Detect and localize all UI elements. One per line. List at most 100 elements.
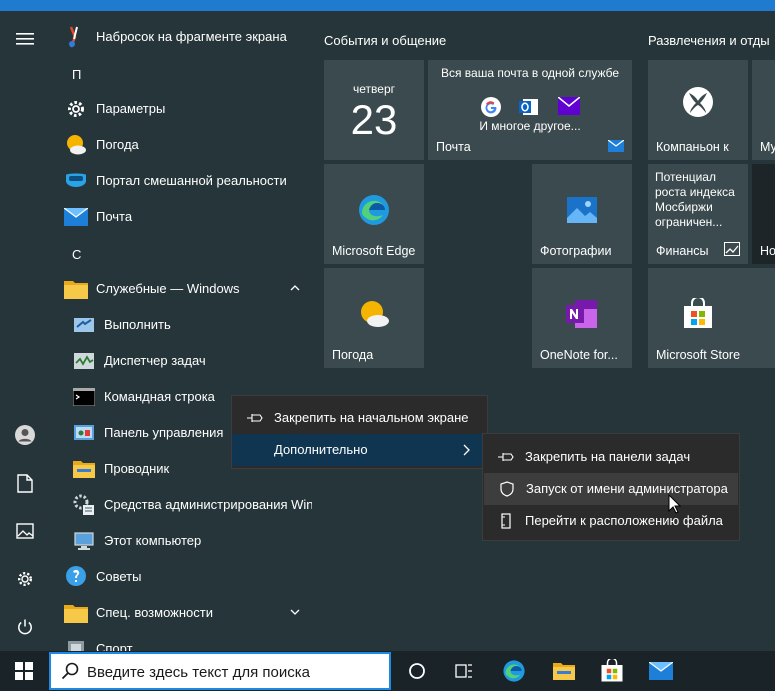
tile-partial-music[interactable]: Му [752, 60, 775, 160]
app-item-windows-tools-folder[interactable]: Служебные — Windows [50, 271, 312, 307]
windows-logo-icon [15, 662, 33, 680]
tile-xbox-companion[interactable]: Компаньон к [648, 60, 748, 160]
taskbar-file-explorer[interactable] [540, 651, 588, 691]
folder-icon [64, 601, 88, 625]
cortana-button[interactable] [393, 651, 441, 691]
menu-item-more[interactable]: Дополнительно [232, 434, 487, 466]
app-item-task-manager[interactable]: Диспетчер задач [50, 343, 312, 379]
app-label: Служебные — Windows [96, 281, 240, 296]
outlook-icon [519, 99, 538, 115]
app-item-tips[interactable]: Советы [50, 559, 312, 595]
app-label: Панель управления [104, 425, 224, 440]
admin-tools-icon [72, 493, 96, 517]
group-title-entertainment[interactable]: Развлечения и отды [648, 33, 770, 48]
search-placeholder: Введите здесь текст для поиска [87, 664, 310, 681]
chevron-right-icon [463, 444, 470, 456]
mouse-cursor-icon [668, 494, 681, 514]
tile-partial-news[interactable]: Но [752, 164, 775, 264]
group-title-events[interactable]: События и общение [324, 33, 446, 48]
menu-item-label: Закрепить на начальном экране [274, 410, 469, 425]
tile-label: Фотографии [540, 244, 612, 258]
tile-photos[interactable]: Фотографии [532, 164, 632, 264]
tile-mail[interactable]: Вся ваша почта в одной службе И многое д… [428, 60, 632, 160]
taskbar-search-box[interactable]: Введите здесь текст для поиска [49, 652, 391, 690]
app-label: Параметры [96, 101, 166, 116]
task-view-button[interactable] [440, 651, 488, 691]
pictures-icon [16, 523, 34, 539]
chevron-down-icon[interactable] [288, 605, 302, 619]
snip-sketch-icon [64, 25, 88, 49]
menu-item-label: Закрепить на панели задач [525, 449, 691, 464]
app-item-mixed-reality-portal[interactable]: Портал смешанной реальности [50, 163, 312, 199]
chevron-up-icon[interactable] [288, 281, 302, 295]
settings-button[interactable] [0, 557, 50, 601]
taskbar-edge[interactable] [490, 651, 538, 691]
menu-item-open-file-location[interactable]: Перейти к расположению файла [483, 505, 739, 537]
menu-item-pin-start[interactable]: Закрепить на начальном экране [232, 402, 487, 434]
app-label: Выполнить [104, 317, 171, 332]
app-label: Проводник [104, 461, 170, 476]
menu-item-run-as-admin[interactable]: Запуск от имени администратора [484, 473, 738, 505]
submenu: Закрепить на панели задач Запуск от имен… [482, 433, 740, 541]
app-item-admin-tools[interactable]: Средства администрирования Win... [50, 487, 312, 523]
computer-icon [72, 529, 96, 553]
app-item-this-pc[interactable]: Этот компьютер [50, 523, 312, 559]
edge-icon [503, 660, 525, 682]
taskbar-mail[interactable] [637, 651, 685, 691]
tile-label: Компаньон к [656, 140, 729, 154]
tile-label: Microsoft Store [656, 348, 741, 362]
shield-icon [500, 481, 514, 497]
tile-microsoft-store[interactable]: Microsoft Store [648, 268, 775, 368]
menu-item-pin-taskbar[interactable]: Закрепить на панели задач [483, 441, 739, 473]
window-top-strip [0, 0, 775, 11]
mail-tile-more: И многое другое... [479, 119, 581, 133]
calendar-date: 23 [350, 96, 398, 143]
documents-button[interactable] [0, 461, 50, 505]
app-item-weather[interactable]: Погода [50, 127, 312, 163]
pin-icon [247, 414, 263, 422]
weather-icon [64, 133, 88, 157]
gear-icon [17, 571, 33, 587]
tile-onenote[interactable]: OneNote for... [532, 268, 632, 368]
store-icon [684, 298, 712, 328]
tile-finance[interactable]: Потенциал роста индекса Мосбиржи огранич… [648, 164, 748, 264]
app-label: Средства администрирования Win... [104, 497, 312, 512]
file-location-icon [501, 513, 511, 529]
control-panel-icon [72, 421, 96, 445]
app-item-settings[interactable]: Параметры [50, 91, 312, 127]
file-explorer-icon [72, 457, 96, 481]
app-item-sport[interactable]: Спорт [50, 631, 312, 651]
letter-header-p[interactable]: П [72, 67, 81, 82]
hamburger-menu-button[interactable] [0, 17, 50, 61]
mail-icon [649, 662, 673, 680]
tile-edge[interactable]: Microsoft Edge [324, 164, 424, 264]
task-view-icon [455, 664, 472, 678]
calendar-weekday: четверг [353, 82, 395, 96]
power-button[interactable] [0, 605, 50, 649]
app-label: Этот компьютер [104, 533, 202, 548]
start-left-rail [0, 11, 50, 651]
google-icon [481, 97, 501, 117]
app-label: Набросок на фрагменте экрана [96, 29, 287, 44]
start-button[interactable] [0, 651, 48, 691]
tile-calendar[interactable]: четверг 23 [324, 60, 424, 160]
app-item-snip[interactable]: Набросок на фрагменте экрана [50, 19, 312, 55]
command-prompt-icon [72, 385, 96, 409]
app-item-mail[interactable]: Почта [50, 199, 312, 235]
app-label: Диспетчер задач [104, 353, 206, 368]
tile-weather[interactable]: Погода [324, 268, 424, 368]
search-icon [61, 662, 79, 680]
letter-header-s[interactable]: С [72, 247, 81, 262]
mail-tile-header: Вся ваша почта в одной службе [440, 66, 620, 80]
app-item-run[interactable]: Выполнить [50, 307, 312, 343]
pictures-button[interactable] [0, 509, 50, 553]
task-manager-icon [72, 349, 96, 373]
weather-icon [361, 301, 389, 327]
taskbar-store[interactable] [588, 651, 636, 691]
user-account-button[interactable] [0, 413, 50, 457]
mail-badge-icon [608, 140, 624, 152]
run-icon [72, 313, 96, 337]
tile-label: Но [760, 244, 775, 258]
app-item-accessibility-folder[interactable]: Спец. возможности [50, 595, 312, 631]
tile-label: Почта [436, 140, 471, 154]
